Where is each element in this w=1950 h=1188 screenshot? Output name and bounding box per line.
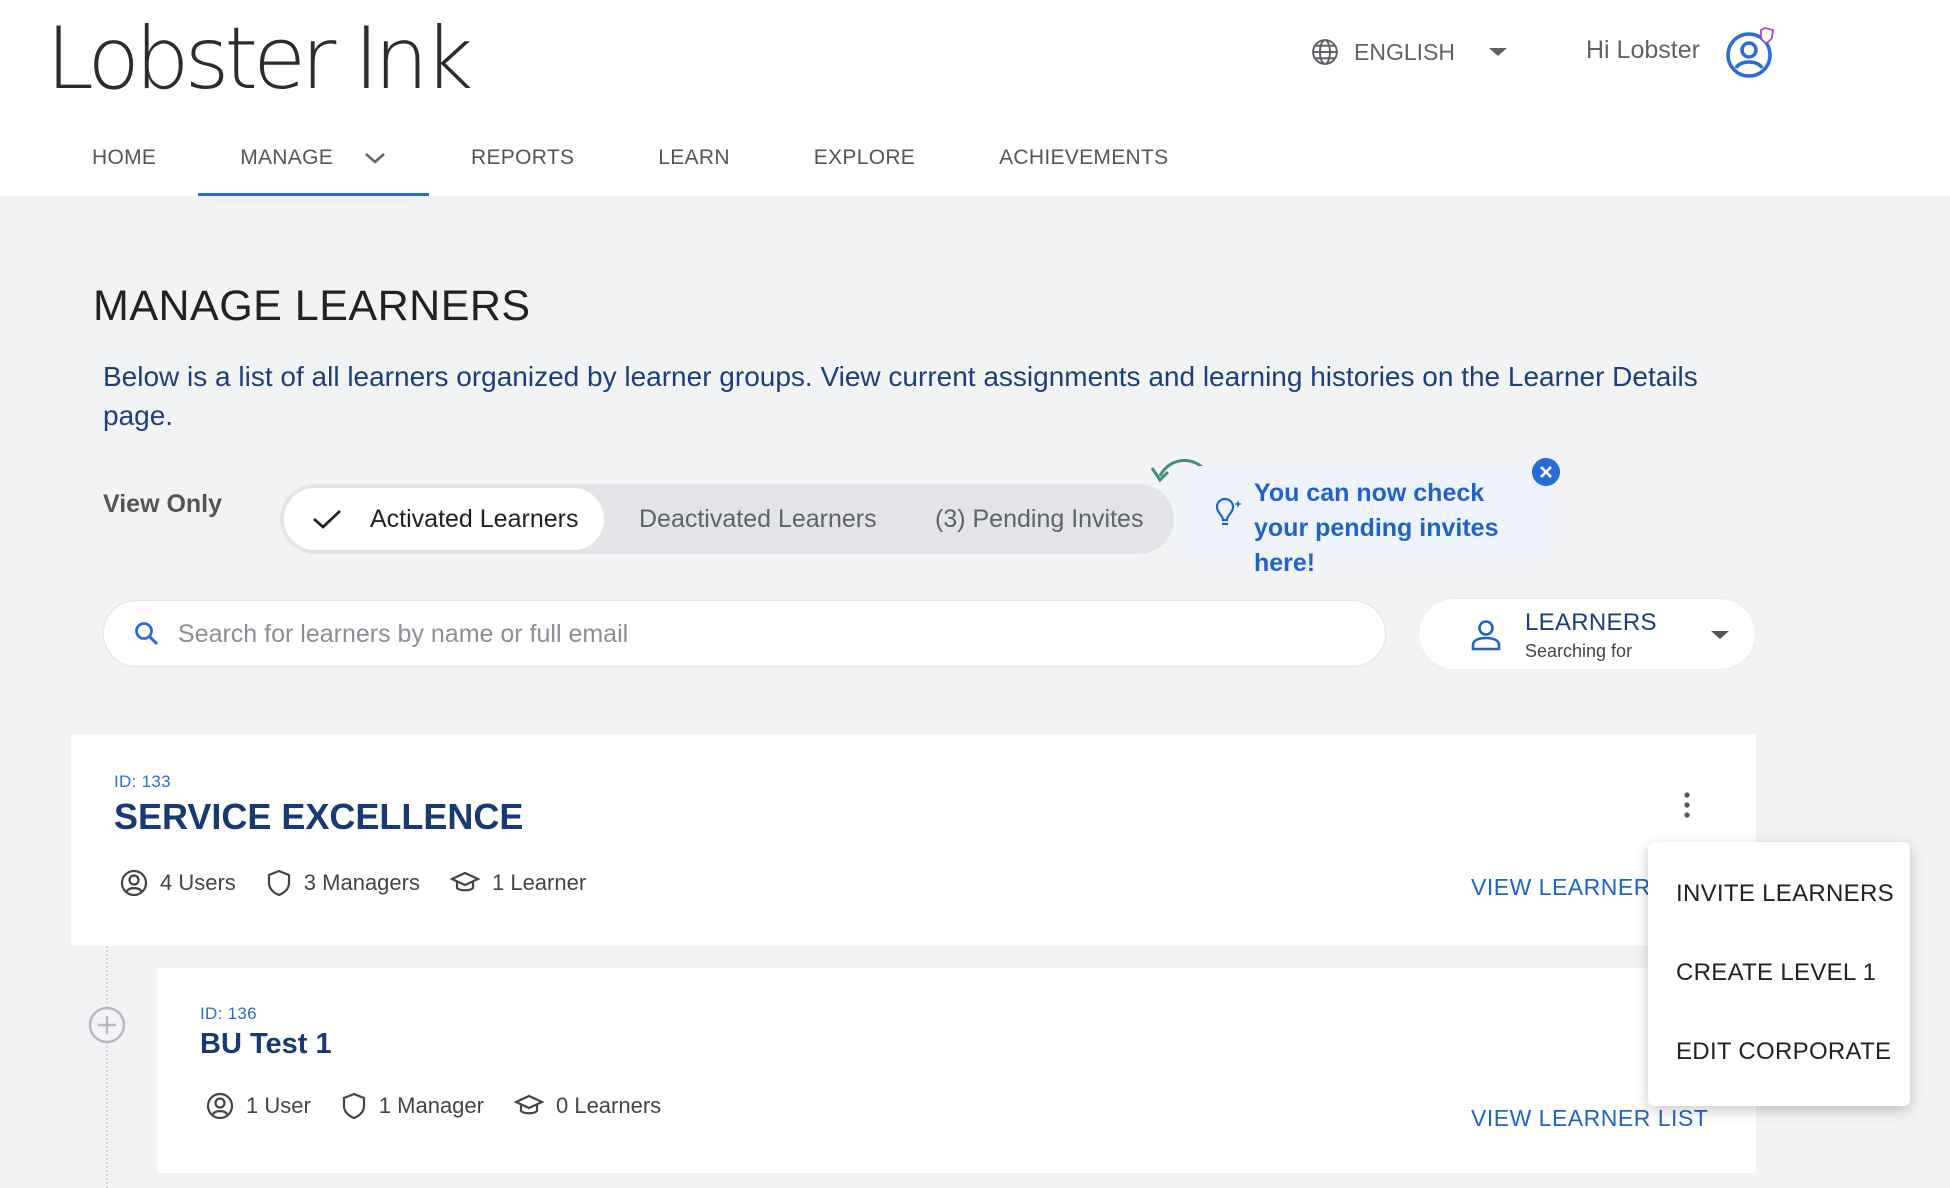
nav-explore-label: EXPLORE — [813, 146, 916, 169]
nav-manage[interactable]: MANAGE — [198, 120, 429, 196]
users-count: 1 User — [246, 1093, 311, 1118]
checkmark-icon — [313, 509, 341, 529]
learners-count: 0 Learners — [555, 1093, 662, 1118]
toggle-pending-label: (3) Pending Invites — [935, 504, 1144, 533]
group-title[interactable]: SERVICE EXCELLENCE — [114, 796, 523, 838]
menu-create-level-1[interactable]: CREATE LEVEL 1 — [1676, 959, 1876, 987]
close-icon[interactable] — [1532, 458, 1560, 486]
menu-invite-learners[interactable]: INVITE LEARNERS — [1676, 880, 1894, 908]
top-header: Lobster Ink ENGLISH Hi Lobster HOME MANA… — [0, 0, 1950, 196]
search-type-dropdown[interactable]: LEARNERS Searching for — [1418, 598, 1756, 670]
tree-connector — [106, 946, 108, 1188]
chevron-down-icon — [365, 153, 385, 164]
person-icon — [1471, 620, 1501, 651]
managers-stat: 3 Managers — [266, 869, 420, 897]
view-only-label: View Only — [103, 490, 223, 518]
page-title: MANAGE LEARNERS — [93, 282, 531, 330]
nav-home[interactable]: HOME — [50, 120, 198, 196]
search-bar — [103, 600, 1386, 667]
nav-explore[interactable]: EXPLORE — [772, 120, 957, 196]
group-card: ID: 136 BU Test 1 1 User 1 Manager 0 Lea… — [157, 968, 1756, 1173]
search-type-title: LEARNERS — [1525, 609, 1657, 636]
page-intro: Below is a list of all learners organize… — [103, 361, 1698, 431]
nav-learn[interactable]: LEARN — [616, 120, 772, 196]
caret-down-icon — [1711, 631, 1729, 639]
tip-text: You can now check your pending invites h… — [1254, 479, 1499, 577]
group-stats: 1 User 1 Manager 0 Learners — [206, 1092, 691, 1120]
user-greeting: Hi Lobster — [1586, 36, 1700, 64]
group-id: ID: 133 — [114, 772, 171, 791]
search-type-subtitle: Searching for — [1525, 641, 1633, 661]
shield-icon — [342, 1092, 365, 1120]
language-selector[interactable]: ENGLISH — [1310, 34, 1509, 70]
toggle-deactivated-label: Deactivated Learners — [639, 504, 877, 533]
nav-achievements-label: ACHIEVEMENTS — [999, 146, 1169, 169]
managers-stat: 1 Manager — [341, 1092, 484, 1120]
managers-count: 3 Managers — [303, 870, 420, 895]
lightbulb-icon — [1215, 497, 1242, 526]
learners-stat: 1 Learner — [449, 870, 587, 896]
nav-home-label: HOME — [92, 146, 157, 169]
toggle-activated-label: Activated Learners — [370, 504, 579, 533]
learners-stat: 0 Learners — [513, 1093, 662, 1119]
search-input[interactable] — [178, 611, 1358, 657]
caret-down-icon — [1488, 48, 1507, 56]
nav-reports-label: REPORTS — [471, 146, 575, 169]
nav-learn-label: LEARN — [658, 146, 730, 169]
graduation-cap-icon — [449, 871, 480, 892]
toggle-deactivated-learners[interactable]: Deactivated Learners — [639, 488, 877, 550]
group-stats: 4 Users 3 Managers 1 Learner — [120, 869, 616, 897]
more-options-icon[interactable] — [1679, 790, 1695, 820]
nav-achievements[interactable]: ACHIEVEMENTS — [957, 120, 1210, 196]
pending-invites-tip: You can now check your pending invites h… — [1180, 466, 1554, 577]
expand-plus-icon[interactable] — [88, 1006, 126, 1044]
group-id: ID: 136 — [200, 1004, 257, 1023]
language-label: ENGLISH — [1354, 38, 1455, 65]
graduation-cap-icon — [513, 1094, 544, 1115]
group-title[interactable]: BU Test 1 — [200, 1028, 332, 1061]
learners-count: 1 Learner — [491, 870, 587, 895]
view-learner-list-link[interactable]: VIEW LEARNER LIST — [1471, 1105, 1708, 1132]
toggle-activated-learners[interactable]: Activated Learners — [284, 488, 604, 550]
search-icon — [135, 622, 159, 646]
menu-edit-corporate[interactable]: EDIT CORPORATE — [1676, 1038, 1891, 1066]
user-avatar-icon[interactable] — [1724, 26, 1778, 80]
user-circle-icon — [206, 1092, 234, 1120]
main-nav: HOME MANAGE REPORTS LEARN EXPLORE ACHIEV… — [50, 120, 1210, 196]
learner-status-toggle: Activated Learners Deactivated Learners … — [280, 484, 1174, 554]
toggle-pending-invites[interactable]: (3) Pending Invites — [935, 488, 1143, 550]
managers-count: 1 Manager — [378, 1093, 484, 1118]
shield-icon — [267, 869, 290, 897]
users-count: 4 Users — [160, 870, 236, 895]
users-stat: 1 User — [206, 1092, 311, 1120]
brand-logo[interactable]: Lobster Ink — [46, 8, 473, 111]
group-options-menu: INVITE LEARNERS CREATE LEVEL 1 EDIT CORP… — [1648, 842, 1910, 1106]
user-circle-icon — [120, 869, 148, 897]
users-stat: 4 Users — [120, 869, 236, 897]
globe-icon — [1312, 39, 1338, 65]
nav-reports[interactable]: REPORTS — [429, 120, 616, 196]
group-card: ID: 133 SERVICE EXCELLENCE 4 Users 3 Man… — [71, 734, 1756, 946]
nav-manage-label: MANAGE — [240, 146, 334, 169]
